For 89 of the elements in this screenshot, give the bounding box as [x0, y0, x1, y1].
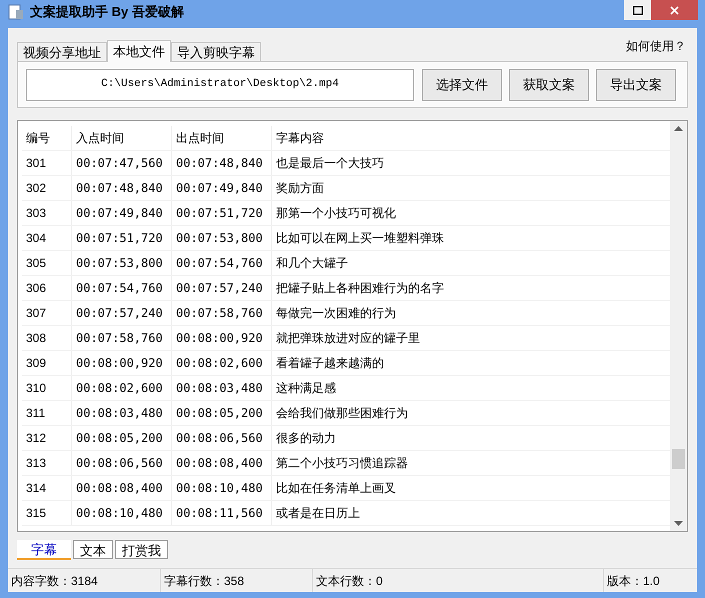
action-button[interactable]: 导出文案	[596, 68, 676, 100]
table-cell: 00:07:47,560	[72, 151, 172, 175]
table-cell: 00:08:06,560	[172, 426, 272, 450]
column-header[interactable]: 编号	[22, 126, 72, 150]
table-cell: 00:07:54,760	[72, 276, 172, 300]
tab[interactable]: 视频分享地址	[17, 42, 107, 61]
table-cell-text: 那第一个小技巧可视化	[275, 205, 397, 222]
table-cell: 313	[22, 451, 72, 475]
table-cell: 304	[22, 226, 72, 250]
table-cell-text: 或者是在日历上	[275, 505, 361, 522]
tab[interactable]: 打赏我	[115, 540, 168, 559]
table-cell: 309	[22, 351, 72, 375]
table-cell: 00:08:06,560	[72, 451, 172, 475]
table-cell: 00:08:00,920	[172, 326, 272, 350]
column-header[interactable]: 入点时间	[72, 126, 172, 150]
app-icon	[8, 4, 24, 20]
close-icon	[670, 6, 679, 14]
table-cell: 307	[22, 301, 72, 325]
table-cell: 00:08:02,600	[72, 376, 172, 400]
table-cell: 00:08:00,920	[72, 351, 172, 375]
table-cell: 00:07:53,800	[172, 226, 272, 250]
table-cell-text: 比如可以在网上买一堆塑料弹珠	[275, 230, 445, 247]
close-button[interactable]	[651, 0, 698, 20]
window-title: 文案提取助手 By 吾爱破解	[30, 3, 184, 22]
table-cell: 00:08:08,400	[172, 451, 272, 475]
table-cell: 00:07:48,840	[172, 151, 272, 175]
table-cell-text: 这种满足感	[275, 380, 337, 397]
table-cell: 00:07:48,840	[72, 176, 172, 200]
table-cell: 00:08:11,560	[172, 501, 272, 525]
table-cell-text: 把罐子贴上各种困难行为的名字	[275, 280, 445, 297]
table-cell: 310	[22, 376, 72, 400]
table-cell: 00:07:49,840	[172, 176, 272, 200]
tab[interactable]: 文本	[73, 540, 113, 559]
tab[interactable]: 导入剪映字幕	[171, 42, 261, 61]
status-text: 字幕行数：358	[160, 569, 312, 592]
table-cell: 302	[22, 176, 72, 200]
action-button[interactable]: 获取文案	[509, 68, 589, 100]
table-cell: 00:07:51,720	[172, 201, 272, 225]
table-cell-text: 就把弹珠放进对应的罐子里	[275, 330, 421, 347]
scroll-thumb[interactable]	[672, 449, 685, 469]
scrollbar[interactable]	[670, 121, 687, 531]
table-cell: 00:07:58,760	[172, 301, 272, 325]
help-link[interactable]: 如何使用？	[626, 37, 686, 55]
table-cell-text: 每做完一次困难的行为	[275, 305, 397, 322]
table-cell-text: 和几个大罐子	[275, 255, 349, 272]
table-cell: 00:08:05,200	[172, 401, 272, 425]
status-text: 文本行数：0	[312, 569, 603, 592]
table-cell-text: 看着罐子越来越满的	[275, 355, 385, 372]
column-header[interactable]: 出点时间	[172, 126, 272, 150]
file-path-field[interactable]: C:\Users\Administrator\Desktop\2.mp4	[26, 68, 414, 100]
table-cell: 00:07:54,760	[172, 251, 272, 275]
table-cell: 301	[22, 151, 72, 175]
table-cell: 315	[22, 501, 72, 525]
table-cell: 00:08:10,480	[72, 501, 172, 525]
table-cell-text: 奖励方面	[275, 180, 325, 197]
table-cell: 308	[22, 326, 72, 350]
table-cell: 00:07:51,720	[72, 226, 172, 250]
table-cell: 00:07:58,760	[72, 326, 172, 350]
table-cell: 00:08:08,400	[72, 476, 172, 500]
table-cell: 00:08:03,480	[172, 376, 272, 400]
table-cell: 00:08:05,200	[72, 426, 172, 450]
table-cell-text: 会给我们做那些困难行为	[275, 405, 409, 422]
status-text: 内容字数：3184	[10, 572, 99, 590]
scroll-up-icon	[674, 126, 683, 131]
table-cell: 00:07:53,800	[72, 251, 172, 275]
table-cell: 00:07:57,240	[72, 301, 172, 325]
maximize-icon	[632, 6, 642, 14]
table-cell: 303	[22, 201, 72, 225]
table-cell: 314	[22, 476, 72, 500]
table-cell: 305	[22, 251, 72, 275]
tab[interactable]: 字幕	[17, 540, 71, 560]
table-cell: 00:08:02,600	[172, 351, 272, 375]
table-cell-text: 很多的动力	[275, 430, 337, 447]
maximize-button[interactable]	[624, 0, 651, 20]
tab[interactable]: 本地文件	[107, 40, 171, 62]
table-cell-text: 第二个小技巧习惯追踪器	[275, 455, 409, 472]
column-header[interactable]: 字幕内容	[272, 126, 670, 150]
table-cell: 312	[22, 426, 72, 450]
table-cell-text: 也是最后一个大技巧	[275, 155, 385, 172]
table-cell: 00:08:10,480	[172, 476, 272, 500]
table-cell: 00:08:03,480	[72, 401, 172, 425]
action-button[interactable]: 选择文件	[422, 68, 502, 100]
table-cell-text: 比如在任务清单上画叉	[275, 480, 397, 497]
table-cell: 311	[22, 401, 72, 425]
table-cell: 00:07:49,840	[72, 201, 172, 225]
table-cell: 00:07:57,240	[172, 276, 272, 300]
table-cell: 306	[22, 276, 72, 300]
scroll-down-icon	[674, 521, 683, 526]
status-text: 版本：1.0	[603, 569, 697, 592]
